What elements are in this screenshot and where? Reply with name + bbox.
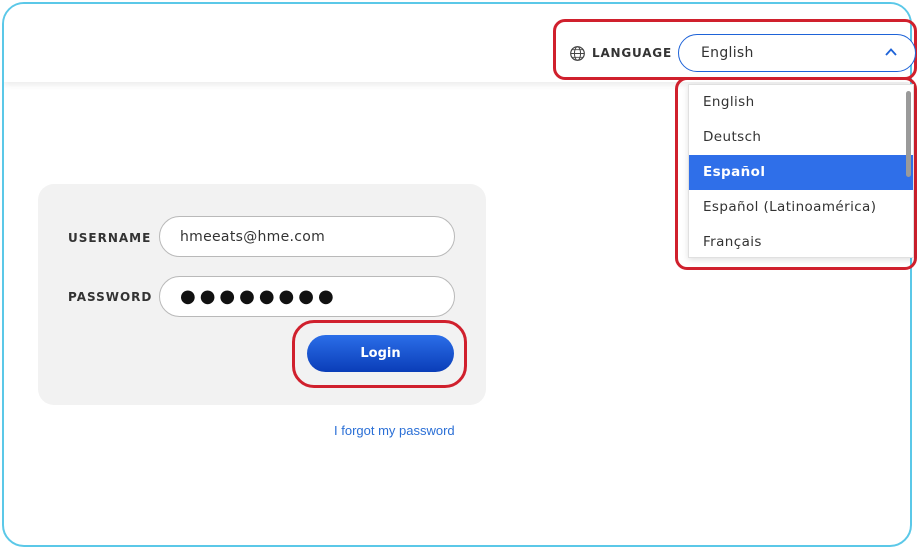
password-label: PASSWORD [68,290,153,304]
language-select[interactable]: English [678,34,916,72]
username-field[interactable]: hmeeats@hme.com [159,216,455,257]
language-label: LANGUAGE [592,46,672,60]
dropdown-scrollbar[interactable] [906,91,911,177]
language-dropdown-list: English Deutsch Español Español (Latinoa… [688,84,914,258]
language-option-english[interactable]: English [689,85,913,120]
language-option-deutsch[interactable]: Deutsch [689,120,913,155]
login-button[interactable]: Login [307,335,454,372]
password-value: ●●●●●●●● [180,286,338,307]
globe-icon [570,45,585,61]
language-option-francais[interactable]: Français [689,225,913,257]
forgot-password-link[interactable]: I forgot my password [334,423,455,438]
language-option-espanol-latam[interactable]: Español (Latinoamérica) [689,190,913,225]
password-field[interactable]: ●●●●●●●● [159,276,455,317]
username-value: hmeeats@hme.com [180,228,326,245]
chevron-up-icon [885,48,897,56]
language-label-group: LANGUAGE [569,43,672,63]
username-label: USERNAME [68,231,152,245]
language-select-value: English [701,45,754,61]
language-option-espanol[interactable]: Español [689,155,913,190]
